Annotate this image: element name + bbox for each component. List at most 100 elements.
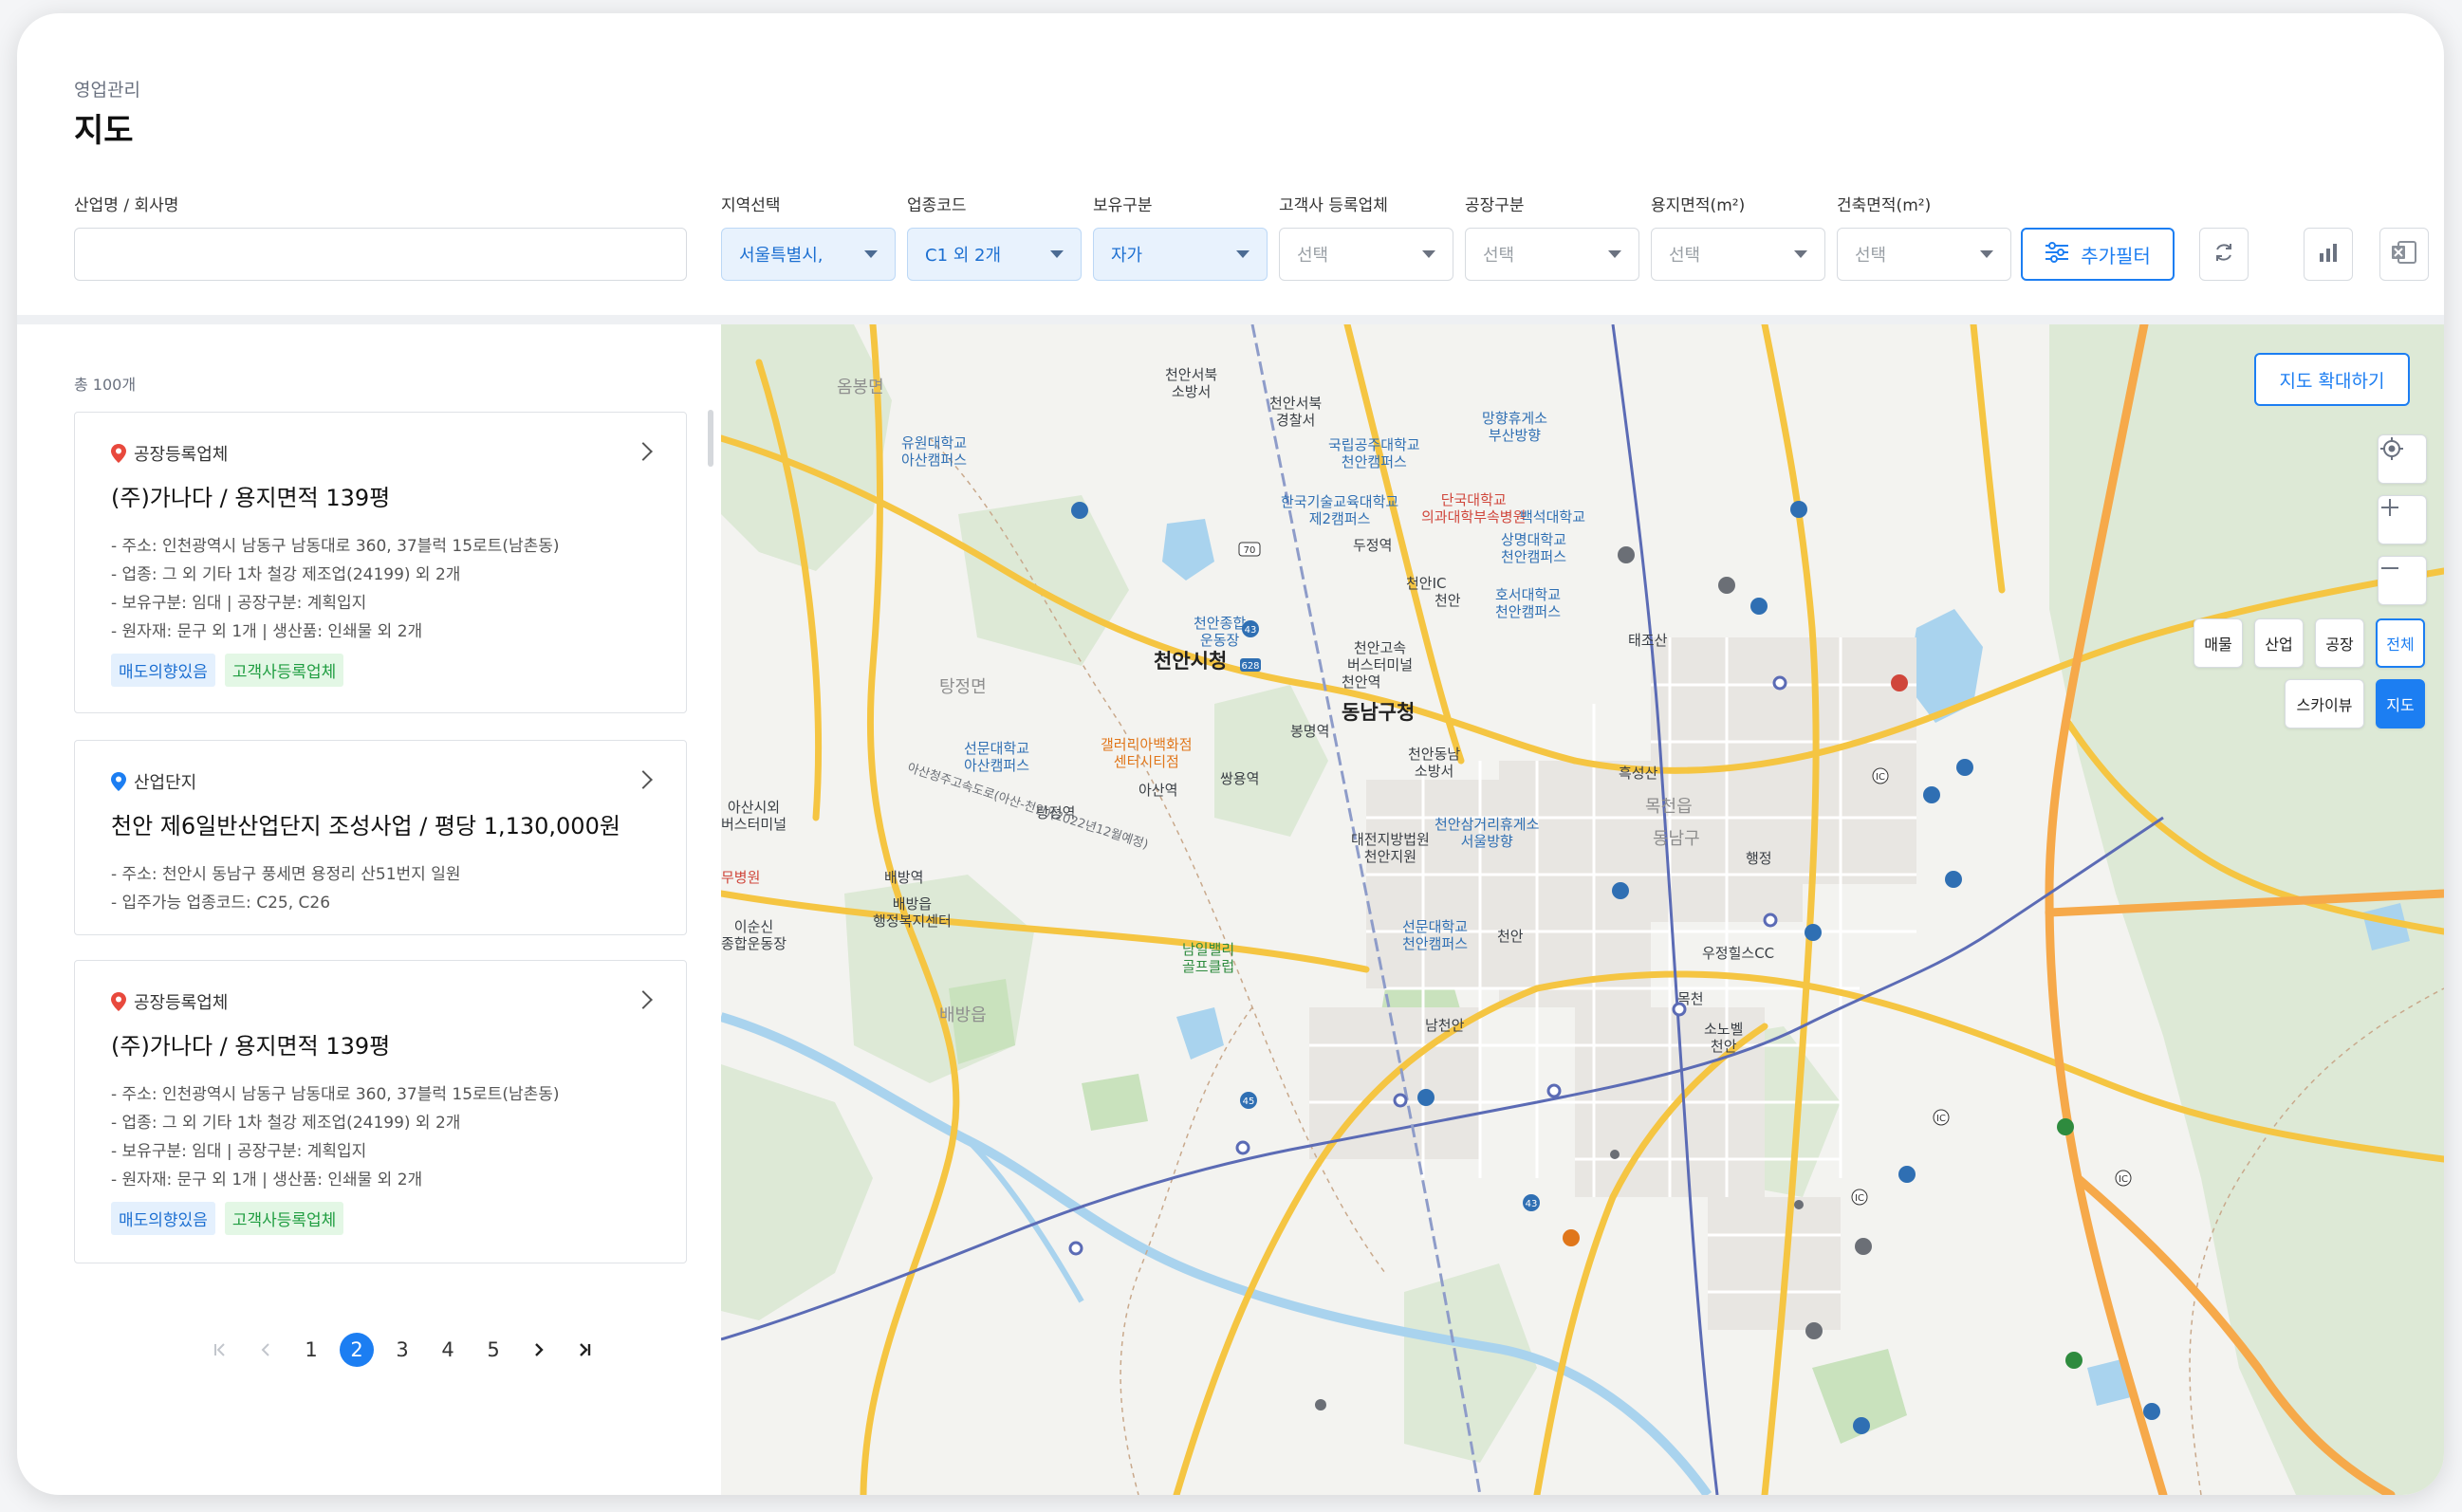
building-area-filter-label: 건축면적(m²): [1837, 196, 1932, 215]
map-label: 망향휴게소 부산방향: [1482, 410, 1548, 444]
map-label: 아산시외 버스터미널: [721, 799, 787, 833]
map-label: 대전지방법원 천안지원: [1351, 831, 1430, 865]
map-label: 배방읍 행정복지센터: [873, 895, 952, 930]
svg-text:70: 70: [1244, 545, 1256, 556]
map-label: 태조산: [1628, 632, 1668, 649]
list-item-detail: - 보유구분: 임대 | 공장구분: 계획입지: [111, 1142, 367, 1161]
double-chevron-left-icon: [214, 1343, 225, 1356]
land-area-select-value: 선택: [1669, 246, 1701, 266]
expand-map-button[interactable]: 지도 확대하기: [2254, 353, 2410, 406]
list-scrollbar[interactable]: [708, 410, 713, 467]
map-label: 천안종합 운동장: [1194, 615, 1247, 649]
map-label: 백석대학교: [1520, 508, 1586, 526]
map-label: 무병원: [721, 869, 761, 886]
svg-text:43: 43: [1526, 1199, 1538, 1209]
land-area-select[interactable]: 선택: [1651, 228, 1825, 281]
last-page-button[interactable]: [562, 1332, 607, 1368]
layer-industrial-button[interactable]: 산업: [2254, 618, 2304, 668]
my-location-button[interactable]: [2378, 434, 2427, 484]
map-label: 호서대학교 천안캠퍼스: [1495, 586, 1562, 620]
page-button-1[interactable]: 1: [288, 1332, 334, 1368]
chevron-down-icon: [1050, 250, 1064, 258]
svg-text:IC: IC: [1876, 772, 1885, 783]
chevron-right-icon[interactable]: [634, 770, 653, 789]
map-tiles: 70 43 628 45 43 IC IC IC IC: [721, 324, 2444, 1495]
zoom-out-button[interactable]: [2378, 556, 2427, 605]
chart-view-button[interactable]: [2304, 228, 2353, 281]
map-label: 행정: [1746, 850, 1772, 867]
svg-text:43: 43: [1245, 625, 1257, 636]
list-item-title: (주)가나다 / 용지면적 139평: [111, 1033, 391, 1060]
company-filter-label: 산업명 / 회사명: [74, 196, 179, 215]
map-label: 갤러리아백화점 센터시티점: [1101, 736, 1193, 770]
map-label: 단국대학교 의과대학부속병원: [1421, 491, 1527, 526]
land-area-filter-label: 용지면적(m²): [1651, 196, 1746, 215]
layer-listing-button[interactable]: 매물: [2194, 618, 2243, 668]
client-select-value: 선택: [1297, 246, 1329, 266]
reset-button[interactable]: [2199, 228, 2249, 281]
list-item[interactable]: 산업단지 천안 제6일반산업단지 조성사업 / 평당 1,130,000원 - …: [74, 740, 687, 935]
list-item-detail: - 보유구분: 임대 | 공장구분: 계획입지: [111, 594, 367, 613]
chevron-down-icon: [864, 250, 878, 258]
region-select[interactable]: 서울특별시,: [721, 228, 896, 281]
list-item[interactable]: 공장등록업체 (주)가나다 / 용지면적 139평 - 주소: 인천광역시 남동…: [74, 412, 687, 713]
page-button-5[interactable]: 5: [471, 1332, 516, 1368]
map-label: 선문대학교 천안캠퍼스: [1402, 918, 1469, 952]
skyview-button[interactable]: 스카이뷰: [2285, 679, 2364, 728]
building-area-select[interactable]: 선택: [1837, 228, 2011, 281]
bar-chart-icon: [2317, 241, 2340, 267]
company-search-input[interactable]: [74, 228, 687, 281]
chevron-right-icon[interactable]: [634, 442, 653, 461]
list-item[interactable]: 공장등록업체 (주)가나다 / 용지면적 139평 - 주소: 인천광역시 남동…: [74, 960, 687, 1263]
prev-page-button[interactable]: [243, 1332, 288, 1368]
factory-select-value: 선택: [1483, 246, 1515, 266]
refresh-icon: [2212, 241, 2235, 267]
map-label: 소노벨 천안: [1704, 1021, 1744, 1055]
map-label: 남천안: [1425, 1017, 1465, 1034]
map-label: 목천읍: [1645, 797, 1693, 817]
list-item-detail: - 주소: 인천광역시 남동구 남동대로 360, 37블럭 15로트(남촌동): [111, 1085, 560, 1104]
map-label: 한국기술교육대학교 제2캠퍼스: [1281, 493, 1399, 527]
chevron-right-icon[interactable]: [634, 990, 653, 1009]
breadcrumb: 영업관리: [74, 80, 140, 101]
list-item-detail: - 주소: 천안시 동남구 풍세면 용정리 산51번지 일원: [111, 865, 461, 884]
map-label: 흑성산: [1619, 765, 1658, 782]
sale-intent-tag: 매도의향있음: [111, 1202, 215, 1235]
map-label: 천안고속 버스터미널: [1347, 639, 1414, 673]
svg-text:IC: IC: [1936, 1114, 1946, 1124]
next-page-button[interactable]: [516, 1332, 562, 1368]
ownership-select[interactable]: 자가: [1093, 228, 1268, 281]
industry-select[interactable]: C1 외 2개: [907, 228, 1082, 281]
list-item-title: (주)가나다 / 용지면적 139평: [111, 485, 391, 511]
page-button-3[interactable]: 3: [379, 1332, 425, 1368]
map-label: 천안시청: [1154, 650, 1228, 673]
crosshair-icon: [2380, 437, 2403, 460]
add-filter-button[interactable]: 추가필터: [2021, 228, 2175, 281]
svg-text:IC: IC: [1855, 1193, 1864, 1204]
industry-filter-label: 업종코드: [907, 196, 967, 215]
map-label: 목천: [1677, 990, 1704, 1007]
zoom-in-button[interactable]: [2378, 495, 2427, 544]
result-count: 총 100개: [74, 376, 137, 394]
first-page-button[interactable]: [197, 1332, 243, 1368]
industry-select-value: C1 외 2개: [925, 246, 1002, 266]
map-label: 동남구: [1653, 829, 1700, 849]
list-item-detail: - 입주가능 업종코드: C25, C26: [111, 894, 331, 913]
svg-text:IC: IC: [2119, 1174, 2128, 1185]
map-label: 천안서북 소방서: [1165, 366, 1218, 400]
page-button-4[interactable]: 4: [425, 1332, 471, 1368]
factory-select[interactable]: 선택: [1465, 228, 1639, 281]
mapview-button[interactable]: 지도: [2376, 679, 2425, 728]
plus-icon: [2381, 499, 2398, 516]
page-button-current[interactable]: 2: [334, 1332, 379, 1368]
excel-export-button[interactable]: [2379, 228, 2429, 281]
layer-factory-button[interactable]: 공장: [2315, 618, 2364, 668]
map-pin-icon: [111, 992, 126, 1011]
client-select[interactable]: 선택: [1279, 228, 1453, 281]
map-label: 상명대학교 천안캠퍼스: [1501, 531, 1567, 565]
map-view[interactable]: 70 43 628 45 43 IC IC IC IC 옴봉면 천안서북 소방서 …: [721, 324, 2444, 1495]
map-label: 천안: [1435, 592, 1461, 609]
chevron-right-icon: [535, 1343, 544, 1356]
layer-all-button[interactable]: 전체: [2376, 618, 2425, 668]
map-label: 천안삼거리휴게소 서울방향: [1435, 816, 1540, 850]
